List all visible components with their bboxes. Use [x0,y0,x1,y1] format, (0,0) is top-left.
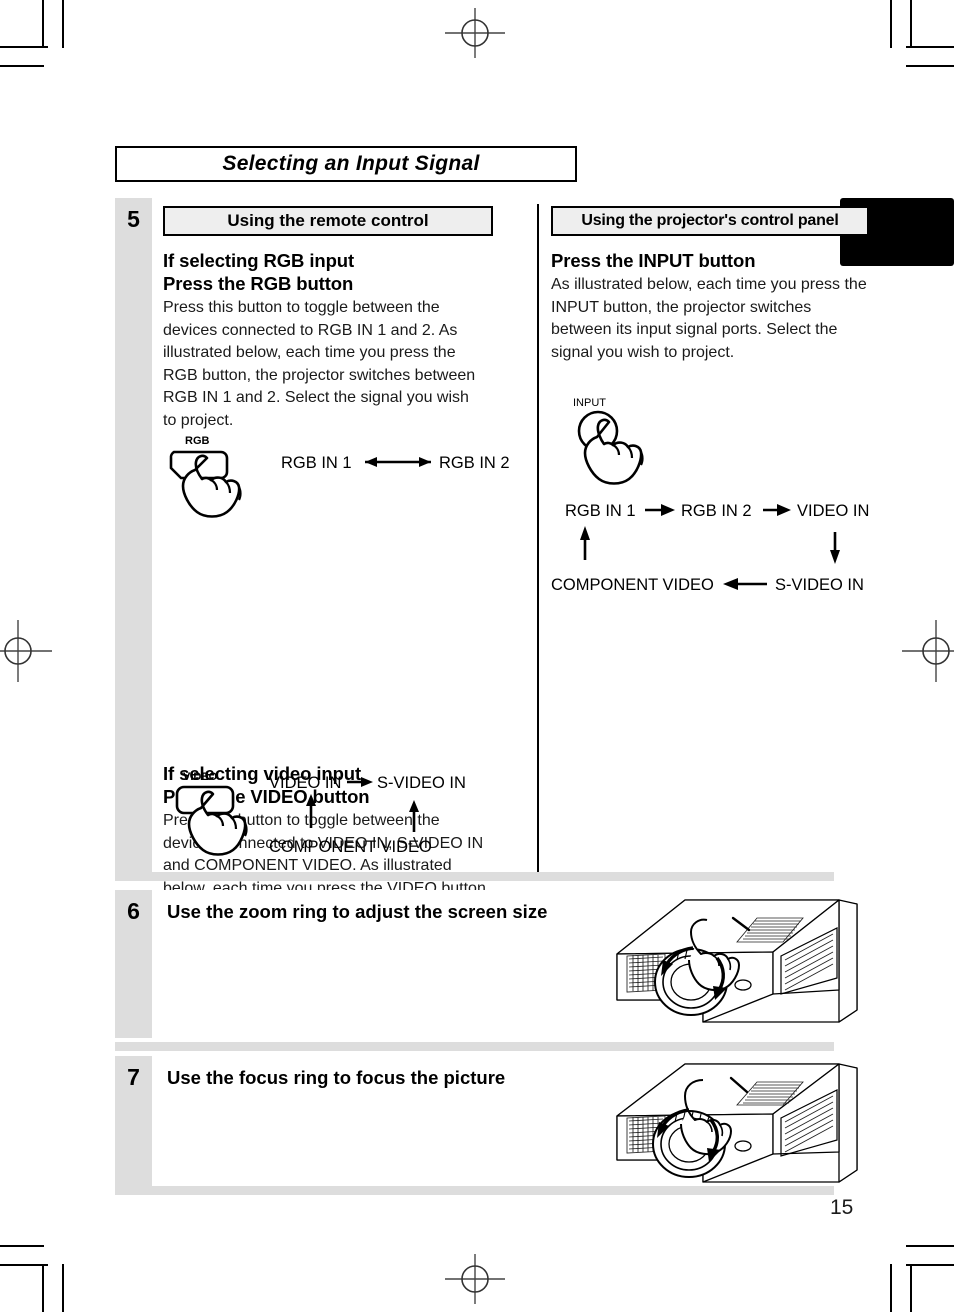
crop-mark-bottom-right-inner-v [910,1266,912,1312]
rgb-flow-node-1: RGB IN 1 [281,454,352,472]
step-5-number: 5 [127,206,140,232]
video-button-label-text: VIDEO [183,771,218,783]
rgb-flow-node-2: RGB IN 2 [439,454,510,472]
crop-mark-top-left-inner-v [42,0,44,46]
page-title: Selecting an Input Signal [222,152,480,175]
column-divider [537,204,539,878]
input-flow-node-2: RGB IN 2 [681,502,752,520]
page-number: 15 [830,1196,854,1219]
registration-mark-top [445,8,505,58]
input-body-text: As illustrated below, each time you pres… [551,276,867,361]
step-6-content: Use the zoom ring to adjust the screen s… [152,890,858,1038]
step-5-number-column: 5 [115,198,152,880]
input-button-label-text: INPUT [573,397,606,409]
crop-mark-top-right-vertical [890,0,892,48]
crop-mark-top-left-horizontal [0,46,48,48]
crop-mark-top-left-inner-h [0,65,44,67]
step-5-block: 5 Using the remote control If selecting … [115,198,869,964]
step-6-block: 6 Use the zoom ring to adjust the screen… [115,890,858,1038]
remote-control-header: Using the remote control [163,206,493,236]
rgb-flow-diagram: RGB IN 1 RGB IN 2 [281,448,511,483]
control-panel-column: Using the projector's control panel Pres… [551,198,871,594]
crop-mark-top-right-inner-v [910,0,912,46]
projector-zoom-ring-illustration [607,890,867,1043]
crop-mark-top-right-inner-h [906,65,954,67]
crop-mark-bottom-left-inner-h [0,1245,44,1247]
registration-mark-right [898,620,954,682]
input-flow-diagram: RGB IN 1 RGB IN 2 VIDEO IN COMPONENT VID… [551,498,869,603]
registration-mark-bottom [445,1254,505,1304]
rgb-heading-line1: If selecting RGB input [163,250,355,271]
rgb-button-illustration: RGB [169,432,279,527]
step-6-number-column: 6 [115,890,152,1038]
video-flow-node-3: COMPONENT VIDEO [269,838,432,856]
crop-mark-bottom-left-horizontal [0,1264,48,1266]
video-flow-diagram: VIDEO IN S-VIDEO IN COMPONENT VIDEO [269,770,509,863]
crop-mark-bottom-left-vertical [62,1264,64,1312]
remote-control-column: Using the remote control If selecting RG… [163,198,513,968]
input-flow-node-5: COMPONENT VIDEO [551,576,714,594]
video-flow-node-1: VIDEO IN [269,774,341,792]
projector-focus-ring-illustration [607,1056,867,1201]
input-flow-node-3: VIDEO IN [797,502,869,520]
separator-bar-below-step-7 [115,1186,834,1195]
control-panel-header: Using the projector's control panel [551,206,869,236]
step-7-number: 7 [127,1064,140,1090]
step-6-number: 6 [127,898,140,924]
video-button-illustration: VIDEO [173,768,283,865]
video-flow-node-2: S-VIDEO IN [377,774,466,792]
step-7-number-column: 7 [115,1056,152,1194]
crop-mark-bottom-right-vertical [890,1264,892,1312]
step-7-title: Use the focus ring to focus the picture [167,1067,506,1088]
crop-mark-top-right-horizontal [906,46,954,48]
separator-bar-above-step-7 [115,1042,834,1051]
separator-bar-above-step-6 [115,872,834,881]
input-flow-node-1: RGB IN 1 [565,502,636,520]
crop-mark-top-left-vertical [62,0,64,48]
input-heading: Press the INPUT button [551,250,756,271]
rgb-button-label-text: RGB [185,435,210,447]
step-5-content: Using the remote control If selecting RG… [152,198,869,964]
crop-mark-bottom-right-inner-h [906,1245,954,1247]
crop-mark-bottom-left-inner-v [42,1266,44,1312]
step-6-title: Use the zoom ring to adjust the screen s… [167,901,548,922]
crop-mark-bottom-right-horizontal [906,1264,954,1266]
page-title-box: Selecting an Input Signal [115,146,577,182]
registration-mark-left [0,620,56,682]
rgb-section: If selecting RGB input Press the RGB but… [163,249,513,432]
rgb-heading-line2: Press the RGB button [163,273,354,294]
input-flow-node-4: S-VIDEO IN [775,576,864,594]
step-7-content: Use the focus ring to focus the picture [152,1056,858,1194]
rgb-body-text: Press this button to toggle between the … [163,299,476,429]
input-section: Press the INPUT button As illustrated be… [551,249,871,364]
input-button-illustration: INPUT [567,394,677,495]
step-7-block: 7 Use the focus ring to focus the pictur… [115,1056,858,1194]
